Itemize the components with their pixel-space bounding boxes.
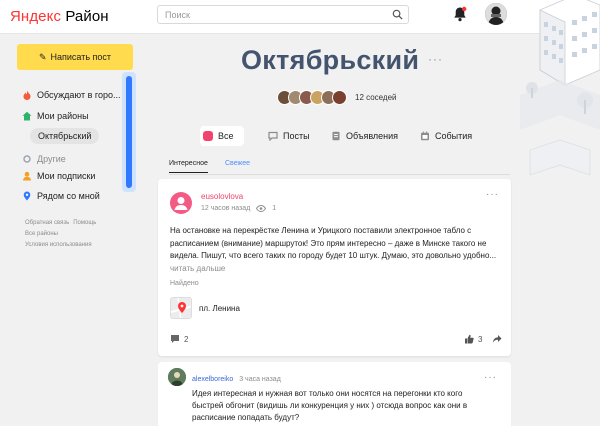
comment-header: alexelboreiko 3 часа назад bbox=[192, 376, 281, 383]
home-icon bbox=[22, 111, 32, 121]
footer-link-feedback[interactable]: Обратная связь bbox=[25, 220, 69, 226]
feed-subtabs: Интересное Свежее bbox=[169, 157, 510, 175]
more-options-icon[interactable]: ··· bbox=[428, 52, 443, 66]
share-icon[interactable] bbox=[492, 334, 502, 344]
write-post-button[interactable]: ✎ Написать пост bbox=[17, 44, 133, 70]
dot-icon bbox=[23, 155, 31, 163]
post-meta: 12 часов назад 1 bbox=[201, 205, 276, 212]
fire-icon bbox=[23, 90, 31, 100]
read-more-link[interactable]: читать дальше bbox=[170, 264, 225, 273]
user-icon bbox=[23, 171, 31, 181]
tab-ads[interactable]: Объявления bbox=[331, 126, 398, 146]
map-pin-icon bbox=[170, 297, 192, 319]
document-icon bbox=[332, 131, 340, 141]
logo-brand: Яндекс bbox=[10, 8, 62, 25]
comment-author[interactable]: alexelboreiko bbox=[192, 376, 233, 383]
post-views: 1 bbox=[272, 205, 277, 212]
comment-author-avatar[interactable] bbox=[168, 368, 186, 386]
subtab-interesting[interactable]: Интересное bbox=[169, 160, 208, 173]
comments-count: 2 bbox=[184, 334, 189, 344]
logo[interactable]: Яндекс Район bbox=[10, 8, 109, 26]
neighbors-count: 12 соседей bbox=[355, 92, 397, 102]
comment-card: alexelboreiko 3 часа назад ··· Идея инте… bbox=[158, 362, 511, 426]
sidebar-item-subscriptions[interactable]: Мои подписки bbox=[22, 169, 95, 183]
calendar-icon bbox=[421, 131, 429, 141]
sidebar-item-oktyabrsky[interactable]: Октябрьский bbox=[30, 128, 100, 144]
comment-more-icon[interactable]: ··· bbox=[484, 372, 497, 383]
user-avatar[interactable] bbox=[485, 3, 507, 25]
neighbors-row[interactable]: 12 соседей bbox=[277, 89, 397, 105]
all-icon bbox=[203, 131, 213, 141]
thumbs-up-icon bbox=[465, 334, 474, 344]
city-illustration bbox=[520, 0, 600, 176]
post-time: 12 часов назад bbox=[201, 205, 251, 212]
tab-label: События bbox=[435, 131, 473, 141]
author-avatar[interactable] bbox=[170, 192, 192, 214]
tab-events[interactable]: События bbox=[420, 126, 472, 146]
page-title: Октябрьский bbox=[241, 45, 420, 75]
sidebar-item-nearby[interactable]: Рядом со мной bbox=[22, 189, 100, 203]
tab-label: Объявления bbox=[346, 131, 399, 141]
sidebar-item-label: Обсуждают в горо... bbox=[37, 90, 121, 100]
sidebar-item-label: Рядом со мной bbox=[37, 191, 100, 201]
bell-icon[interactable] bbox=[453, 6, 467, 22]
chat-icon bbox=[268, 131, 278, 141]
place-name: пл. Ленина bbox=[199, 303, 240, 313]
sidebar-footer-links: Обратная связь Помощь Все районы Условия … bbox=[25, 218, 125, 251]
write-post-label: Написать пост bbox=[50, 52, 112, 62]
pencil-icon: ✎ bbox=[38, 51, 47, 62]
sidebar-item-label: Мои подписки bbox=[37, 171, 96, 181]
logo-product: Район bbox=[65, 8, 109, 25]
location-icon bbox=[23, 191, 31, 201]
comments-button[interactable]: 2 bbox=[170, 334, 188, 344]
tab-posts[interactable]: Посты bbox=[268, 126, 310, 146]
like-button[interactable]: 3 bbox=[464, 334, 482, 344]
search-icon[interactable] bbox=[392, 9, 403, 20]
tab-label: Посты bbox=[283, 131, 310, 141]
comment-text: Идея интересная и нужная вот только они … bbox=[192, 389, 468, 422]
sidebar-item-my-districts[interactable]: Мои районы bbox=[22, 109, 89, 123]
sidebar-item-other[interactable]: Другие bbox=[22, 152, 66, 166]
place-tag[interactable]: пл. Ленина bbox=[170, 296, 240, 320]
footer-link-all-districts[interactable]: Все районы bbox=[25, 231, 58, 237]
search-input[interactable] bbox=[158, 6, 383, 23]
post-author[interactable]: eusolovlova bbox=[201, 192, 243, 201]
comment-icon bbox=[171, 335, 179, 343]
found-label: Найдено bbox=[170, 280, 199, 287]
sidebar-item-label: Другие bbox=[37, 154, 66, 164]
tab-all[interactable]: Все bbox=[200, 126, 244, 146]
footer-link-help[interactable]: Помощь bbox=[73, 220, 96, 226]
post-more-icon[interactable]: ··· bbox=[486, 189, 499, 200]
tab-label: Все bbox=[218, 131, 234, 141]
comment-time: 3 часа назад bbox=[239, 376, 281, 383]
post-body: На остановке на перекрёстке Ленина и Ури… bbox=[170, 226, 497, 260]
post-text: На остановке на перекрёстке Ленина и Ури… bbox=[170, 225, 500, 275]
sidebar-scrollbar-thumb[interactable] bbox=[126, 76, 132, 188]
sidebar-item-label: Мои районы bbox=[37, 111, 89, 121]
search-box bbox=[157, 5, 409, 24]
post-card: eusolovlova 12 часов назад 1 ··· На оста… bbox=[158, 179, 511, 356]
top-header: Яндекс Район bbox=[0, 0, 600, 34]
eye-icon bbox=[256, 205, 267, 212]
footer-link-terms[interactable]: Условия использования bbox=[25, 242, 92, 248]
sidebar-item-discussed[interactable]: Обсуждают в горо... bbox=[22, 88, 121, 102]
post-actions: 2 3 bbox=[170, 334, 502, 346]
subtab-new[interactable]: Свежее bbox=[225, 160, 250, 167]
likes-count: 3 bbox=[478, 334, 483, 344]
neighbor-avatar bbox=[332, 89, 347, 105]
